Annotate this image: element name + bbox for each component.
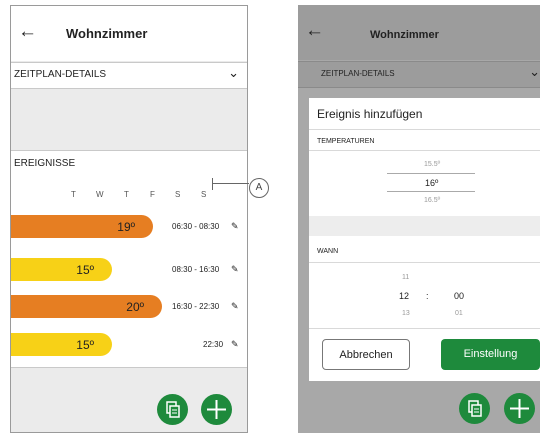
event-time: 22:30 — [203, 340, 224, 349]
temperature-selected[interactable]: 16º — [425, 178, 438, 188]
chevron-down-icon[interactable]: ⌄ — [529, 64, 540, 80]
schedule-details-dropdown[interactable]: ZEITPLAN-DETAILS ⌄ — [298, 61, 540, 88]
schedule-details-dropdown[interactable]: ZEITPLAN-DETAILS ⌄ — [11, 62, 247, 89]
confirm-button[interactable]: Einstellung — [441, 339, 540, 370]
pencil-icon[interactable]: ✎ — [231, 221, 239, 232]
add-event-dialog: Ereignis hinzufügen TEMPERATUREN 15.5º 1… — [309, 98, 540, 381]
when-label: WANN — [317, 248, 339, 255]
time-picker[interactable]: 11 12 : 00 13 01 — [309, 263, 540, 325]
back-arrow-icon[interactable]: ← — [18, 21, 37, 43]
right-phone-screen: ← Wohnzimmer ZEITPLAN-DETAILS ⌄ Ereignis… — [298, 5, 540, 433]
temperature-picker[interactable]: 15.5º 16º 16.5º — [309, 151, 540, 214]
copy-schedule-button[interactable] — [459, 393, 490, 424]
pencil-icon[interactable]: ✎ — [231, 339, 239, 350]
pencil-icon[interactable]: ✎ — [231, 264, 239, 275]
back-arrow-icon[interactable]: ← — [305, 20, 324, 42]
event-time: 08:30 - 16:30 — [172, 265, 220, 274]
divider — [309, 328, 540, 329]
time-separator: : — [426, 291, 429, 301]
day-saturday[interactable]: S — [175, 190, 180, 199]
add-event-button[interactable] — [201, 394, 232, 425]
cancel-button[interactable]: Abbrechen — [322, 339, 410, 370]
copy-icon — [166, 401, 180, 418]
dialog-title: Ereignis hinzufügen — [317, 107, 423, 121]
page-title: Wohnzimmer — [66, 26, 148, 41]
copy-icon — [468, 400, 482, 417]
picker-line — [387, 173, 475, 174]
day-sunday[interactable]: S — [201, 190, 206, 199]
day-wednesday[interactable]: W — [96, 190, 104, 199]
event-bar[interactable]: 19º — [11, 215, 153, 238]
event-time: 06:30 - 08:30 — [172, 222, 220, 231]
minute-selected[interactable]: 00 — [454, 291, 464, 301]
events-list: T W T F S S 19º 06:30 - 08:30 ✎ 15º 08:3… — [11, 174, 247, 368]
add-event-button[interactable] — [504, 393, 535, 424]
temperature-option[interactable]: 16.5º — [424, 197, 440, 204]
divider — [309, 129, 540, 130]
callout-tick — [212, 178, 213, 190]
event-temperature: 15º — [76, 263, 94, 277]
event-time: 16:30 - 22:30 — [172, 302, 220, 311]
minute-option[interactable]: 01 — [455, 310, 463, 317]
event-temperature: 15º — [76, 338, 94, 352]
picker-line — [387, 191, 475, 192]
spacer — [309, 216, 540, 236]
left-phone-screen: ← Wohnzimmer ZEITPLAN-DETAILS ⌄ EREIGNIS… — [10, 5, 248, 433]
app-header: ← Wohnzimmer — [298, 5, 540, 60]
plus-icon — [510, 399, 529, 418]
event-temperature: 20º — [126, 300, 144, 314]
day-friday[interactable]: F — [150, 190, 155, 199]
event-bar[interactable]: 15º — [11, 333, 112, 356]
event-temperature: 19º — [117, 220, 135, 234]
schedule-details-label: ZEITPLAN-DETAILS — [14, 69, 107, 80]
temperature-option[interactable]: 15.5º — [424, 161, 440, 168]
callout-label-a: A — [249, 178, 269, 198]
day-tuesday[interactable]: T — [71, 190, 76, 199]
event-bar[interactable]: 20º — [11, 295, 162, 318]
page-title: Wohnzimmer — [370, 29, 439, 41]
event-bar[interactable]: 15º — [11, 258, 112, 281]
hour-option[interactable]: 13 — [402, 310, 410, 317]
hour-selected[interactable]: 12 — [399, 291, 409, 301]
hour-option[interactable]: 11 — [402, 274, 409, 281]
app-header: ← Wohnzimmer — [11, 6, 247, 61]
temperatures-label: TEMPERATUREN — [317, 138, 375, 145]
events-label: EREIGNISSE — [14, 158, 76, 169]
plus-icon — [207, 400, 226, 419]
pencil-icon[interactable]: ✎ — [231, 301, 239, 312]
schedule-details-label: ZEITPLAN-DETAILS — [321, 69, 395, 78]
events-section-header: EREIGNISSE — [11, 150, 247, 175]
callout-line — [212, 183, 249, 184]
day-thursday[interactable]: T — [124, 190, 129, 199]
copy-schedule-button[interactable] — [157, 394, 188, 425]
chevron-down-icon[interactable]: ⌄ — [228, 65, 239, 81]
